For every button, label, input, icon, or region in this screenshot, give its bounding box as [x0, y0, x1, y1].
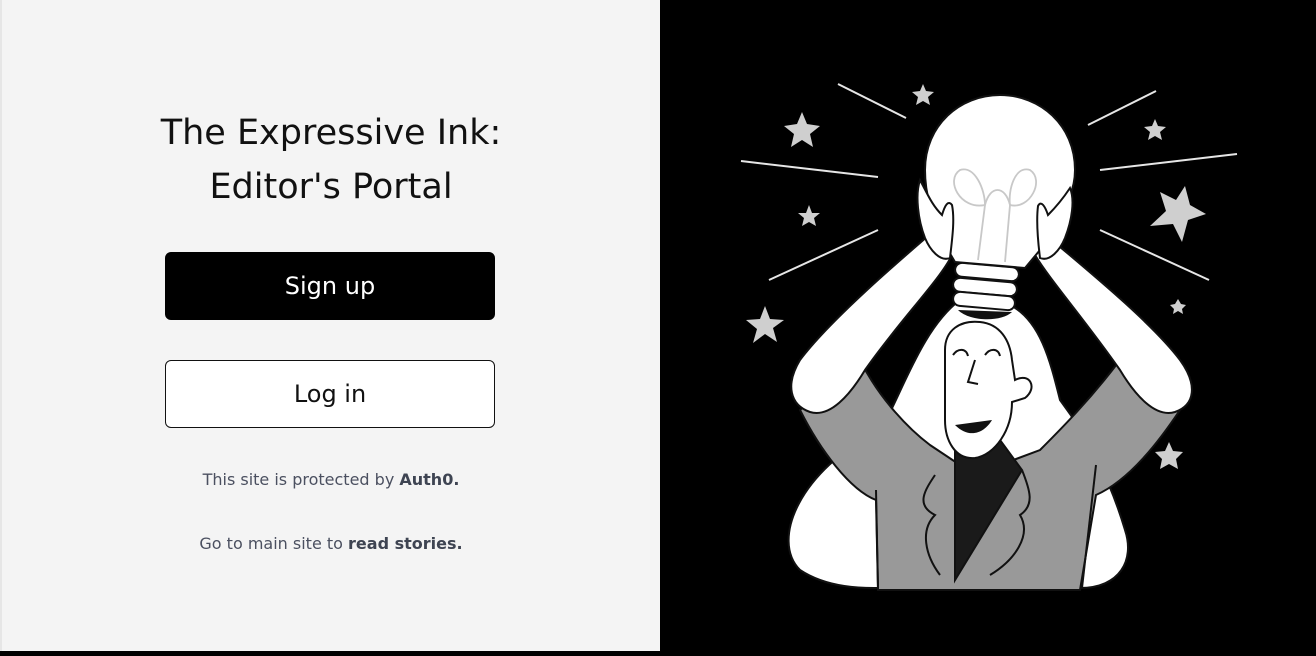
star-icon	[746, 306, 784, 343]
page-title-line1: The Expressive Ink:	[160, 113, 502, 153]
main-site-note: Go to main site to read stories.	[2, 534, 660, 553]
star-icon	[1144, 119, 1166, 140]
star-icon	[798, 205, 820, 226]
page-title-line2: Editor's Portal	[209, 167, 453, 207]
illustration-panel	[660, 0, 1316, 651]
page: The Expressive Ink: Editor's Portal Sign…	[0, 0, 1316, 651]
main-site-text: Go to main site to	[199, 534, 349, 553]
read-stories-link[interactable]: read stories.	[348, 534, 463, 553]
page-title: The Expressive Ink: Editor's Portal	[2, 106, 660, 214]
star-icon	[1155, 442, 1183, 469]
star-icon	[1150, 186, 1206, 242]
auth0-link[interactable]: Auth0.	[399, 470, 459, 489]
protected-by-text: This site is protected by	[202, 470, 400, 489]
star-icon	[784, 112, 820, 147]
star-icon	[1170, 299, 1186, 314]
protected-by-note: This site is protected by Auth0.	[2, 470, 660, 489]
signup-button[interactable]: Sign up	[165, 252, 495, 320]
login-button[interactable]: Log in	[165, 360, 495, 428]
lightbulb-person-illustration	[740, 83, 1238, 591]
star-icon	[912, 84, 934, 105]
auth-panel: The Expressive Ink: Editor's Portal Sign…	[0, 0, 660, 651]
